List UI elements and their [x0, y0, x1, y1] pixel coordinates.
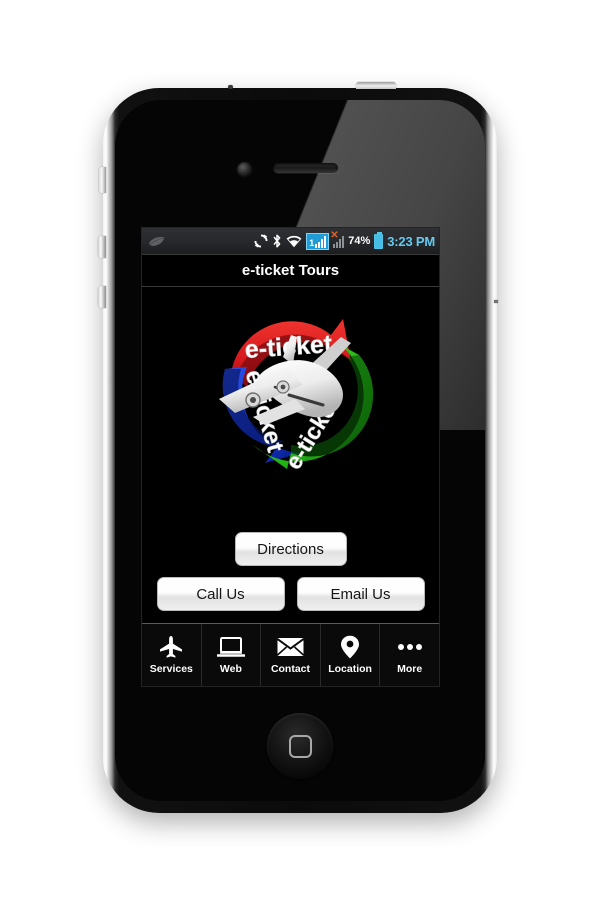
- airplane-icon: [159, 635, 183, 658]
- action-buttons-row: Call Us Email Us: [156, 577, 425, 611]
- directions-button[interactable]: Directions: [234, 532, 347, 566]
- tab-label: Contact: [270, 662, 311, 675]
- status-bar-left-icons: [148, 236, 250, 247]
- app-content-area: e-ticket e-ticket e-ticket: [142, 287, 439, 623]
- front-camera-icon: [237, 162, 252, 177]
- volume-down-button[interactable]: [98, 286, 106, 308]
- earpiece-speaker: [273, 163, 338, 173]
- phone-screen: 1 ✕ 74% 3:23 PM e-ticket Tours e-ticket …: [142, 228, 439, 686]
- tab-contact[interactable]: Contact: [261, 624, 321, 686]
- app-title-bar: e-ticket Tours: [142, 254, 439, 287]
- android-status-bar: 1 ✕ 74% 3:23 PM: [142, 228, 439, 254]
- logo-artwork: e-ticket e-ticket e-ticket: [218, 319, 373, 474]
- laptop-icon: [216, 636, 245, 658]
- volume-up-button[interactable]: [98, 236, 106, 258]
- signal-bars-no-service-icon: ✕: [330, 230, 345, 248]
- tab-label: Web: [219, 662, 242, 675]
- call-us-button[interactable]: Call Us: [156, 577, 285, 611]
- antenna-seam: [494, 300, 498, 303]
- map-pin-icon: [340, 635, 360, 658]
- tab-label: Location: [328, 662, 372, 675]
- no-service-marker: ✕: [330, 230, 339, 241]
- leaf-icon: [148, 236, 165, 246]
- battery-percent-label: 74%: [348, 235, 371, 247]
- tab-more[interactable]: More: [380, 624, 439, 686]
- wifi-icon: [286, 235, 302, 247]
- tab-web[interactable]: Web: [202, 624, 262, 686]
- envelope-icon: [276, 636, 304, 658]
- status-bar-clock: 3:23 PM: [387, 233, 435, 249]
- tab-label: Services: [149, 662, 193, 675]
- tab-location[interactable]: Location: [321, 624, 381, 686]
- mute-switch[interactable]: [99, 167, 106, 193]
- signal-bars-icon: [315, 235, 327, 248]
- email-us-button[interactable]: Email Us: [296, 577, 425, 611]
- tab-label: More: [397, 662, 423, 675]
- top-microphone: [228, 85, 233, 89]
- sim-number: 1: [309, 237, 315, 248]
- home-button-square-icon: [288, 734, 312, 758]
- tab-services[interactable]: Services: [142, 624, 202, 686]
- ellipsis-icon: [397, 636, 422, 658]
- bluetooth-icon: [273, 234, 281, 248]
- e-ticket-tours-logo: e-ticket e-ticket e-ticket: [191, 295, 391, 475]
- sync-icon: [254, 234, 268, 248]
- sim-1-signal-badge: 1: [306, 232, 330, 250]
- screenshot-canvas: 1 ✕ 74% 3:23 PM e-ticket Tours e-ticket …: [0, 0, 600, 900]
- power-button[interactable]: [356, 82, 396, 89]
- action-buttons: Directions Call Us Email Us: [142, 532, 439, 611]
- bottom-tab-bar: Services Web Contact Location More: [142, 623, 439, 686]
- status-bar-right-icons: 1 ✕ 74% 3:23 PM: [254, 230, 435, 250]
- battery-icon: [374, 231, 384, 249]
- home-button[interactable]: [267, 713, 333, 779]
- page-title: e-ticket Tours: [241, 262, 340, 279]
